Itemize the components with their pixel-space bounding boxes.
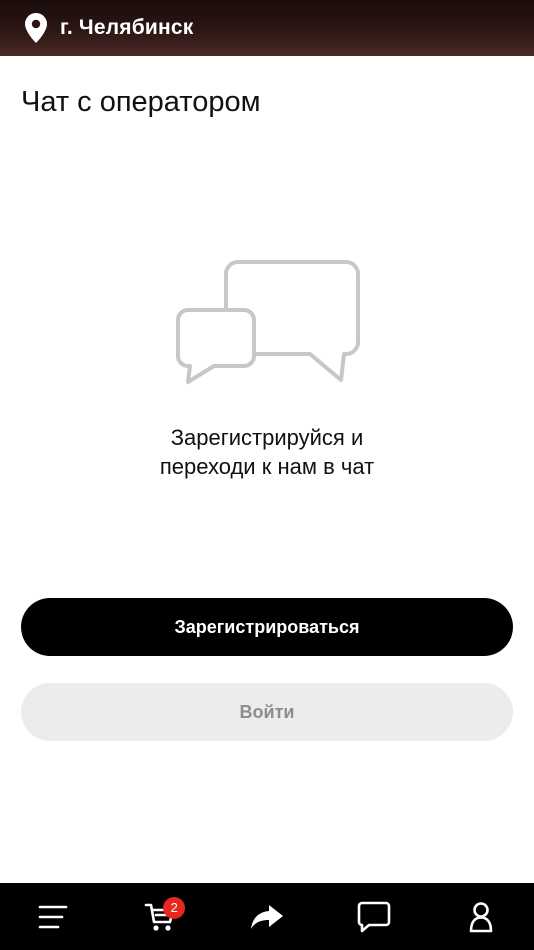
top-bar: г. Челябинск — [0, 0, 534, 56]
cart-count-badge: 2 — [163, 896, 186, 919]
page-title: Чат с оператором — [21, 86, 261, 118]
register-prompt-line-2: переходи к нам в чат — [159, 454, 375, 479]
chat-icon — [357, 901, 391, 932]
nav-profile[interactable] — [451, 887, 511, 947]
register-button[interactable]: Зарегистрироваться — [21, 598, 513, 656]
nav-cart[interactable]: 2 — [130, 887, 190, 947]
city-selector[interactable]: г. Челябинск — [24, 0, 194, 56]
menu-icon — [39, 905, 68, 928]
share-icon — [250, 904, 283, 929]
chat-bubbles-icon — [176, 260, 360, 384]
nav-menu[interactable] — [23, 887, 83, 947]
city-name: г. Челябинск — [60, 16, 194, 39]
location-pin-icon — [25, 13, 47, 43]
register-prompt: Зарегистрируйся и переходи к нам в чат — [0, 423, 534, 481]
bottom-navigation: 2 — [0, 883, 534, 950]
nav-chat[interactable] — [344, 887, 404, 947]
login-button[interactable]: Войти — [21, 683, 513, 741]
nav-share[interactable] — [237, 887, 297, 947]
chat-screen: г. Челябинск Чат с оператором Зарегистри… — [0, 0, 534, 950]
register-prompt-line-1: Зарегистрируйся и — [170, 425, 364, 450]
profile-icon — [469, 901, 492, 932]
